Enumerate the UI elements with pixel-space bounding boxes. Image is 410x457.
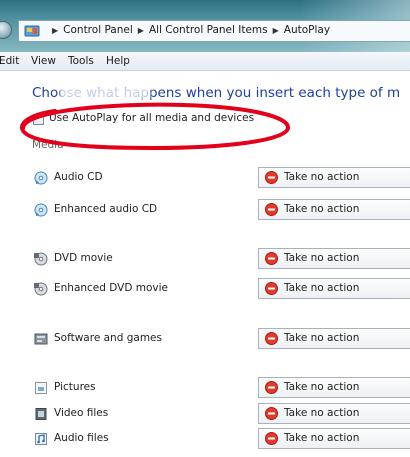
chevron-right-icon[interactable]: ▶ (273, 26, 279, 35)
action-value: Take no action (284, 407, 360, 419)
breadcrumb: ▶ Control Panel ▶ All Control Panel Items ▶ A… (47, 24, 330, 36)
action-select-enhanced-dvd[interactable]: Take no action (258, 278, 410, 299)
back-button[interactable] (0, 21, 12, 39)
media-label-audio-files: Audio files (54, 432, 109, 444)
control-panel-icon (24, 25, 40, 37)
breadcrumb-control-panel[interactable]: Control Panel (63, 24, 133, 36)
use-autoplay-label[interactable]: Use AutoPlay for all media and devices (49, 112, 254, 124)
action-value: Take no action (284, 203, 360, 215)
media-label-enhanced-audio-cd: Enhanced audio CD (54, 203, 158, 215)
audio-files-icon (35, 433, 47, 445)
media-label-pictures: Pictures (54, 381, 96, 393)
no-entry-icon (265, 381, 278, 394)
action-value: Take no action (284, 332, 360, 344)
media-column-header: Media (32, 139, 64, 151)
enhanced-audio-cd-icon (34, 203, 48, 217)
menu-bar: Edit View Tools Help (0, 52, 410, 71)
menu-tools[interactable]: Tools (68, 55, 94, 67)
enhanced-dvd-icon (34, 282, 48, 296)
use-autoplay-checkbox[interactable] (33, 114, 44, 125)
no-entry-icon (265, 282, 278, 295)
action-select-video-files[interactable]: Take no action (258, 403, 410, 424)
chevron-right-icon[interactable]: ▶ (138, 26, 144, 35)
audio-cd-icon (34, 171, 48, 185)
media-label-dvd-movie: DVD movie (54, 252, 113, 264)
no-entry-icon (265, 332, 278, 345)
address-bar[interactable]: ▶ Control Panel ▶ All Control Panel Items ▶ A… (18, 20, 410, 42)
no-entry-icon (265, 432, 278, 445)
action-value: Take no action (284, 171, 360, 183)
action-select-audio-files[interactable]: Take no action (258, 428, 410, 449)
video-files-icon (35, 408, 47, 420)
action-select-pictures[interactable]: Take no action (258, 377, 410, 398)
no-entry-icon (265, 171, 278, 184)
heading-obscured-region (60, 86, 150, 100)
media-label-video-files: Video files (54, 407, 109, 419)
media-label-software-games: Software and games (54, 332, 162, 344)
menu-view[interactable]: View (31, 55, 56, 67)
action-value: Take no action (284, 432, 360, 444)
action-select-audio-cd[interactable]: Take no action (258, 167, 410, 188)
media-label-enhanced-dvd: Enhanced DVD movie (54, 282, 169, 294)
action-select-dvd-movie[interactable]: Take no action (258, 248, 410, 269)
no-entry-icon (265, 203, 278, 216)
action-value: Take no action (284, 282, 360, 294)
software-games-icon (34, 333, 48, 345)
action-value: Take no action (284, 252, 360, 264)
action-value: Take no action (284, 381, 360, 393)
explorer-title-bar: ▶ Control Panel ▶ All Control Panel Items ▶ A… (0, 0, 410, 52)
dvd-movie-icon (34, 252, 48, 266)
breadcrumb-autoplay[interactable]: AutoPlay (284, 24, 330, 36)
pictures-icon (35, 382, 47, 394)
breadcrumb-all-items[interactable]: All Control Panel Items (149, 24, 268, 36)
media-label-audio-cd: Audio CD (54, 171, 103, 183)
action-select-enhanced-audio-cd[interactable]: Take no action (258, 199, 410, 220)
chevron-right-icon[interactable]: ▶ (52, 26, 58, 35)
menu-help[interactable]: Help (106, 55, 130, 67)
action-select-software-games[interactable]: Take no action (258, 328, 410, 349)
no-entry-icon (265, 407, 278, 420)
menu-edit[interactable]: Edit (0, 55, 19, 67)
no-entry-icon (265, 252, 278, 265)
